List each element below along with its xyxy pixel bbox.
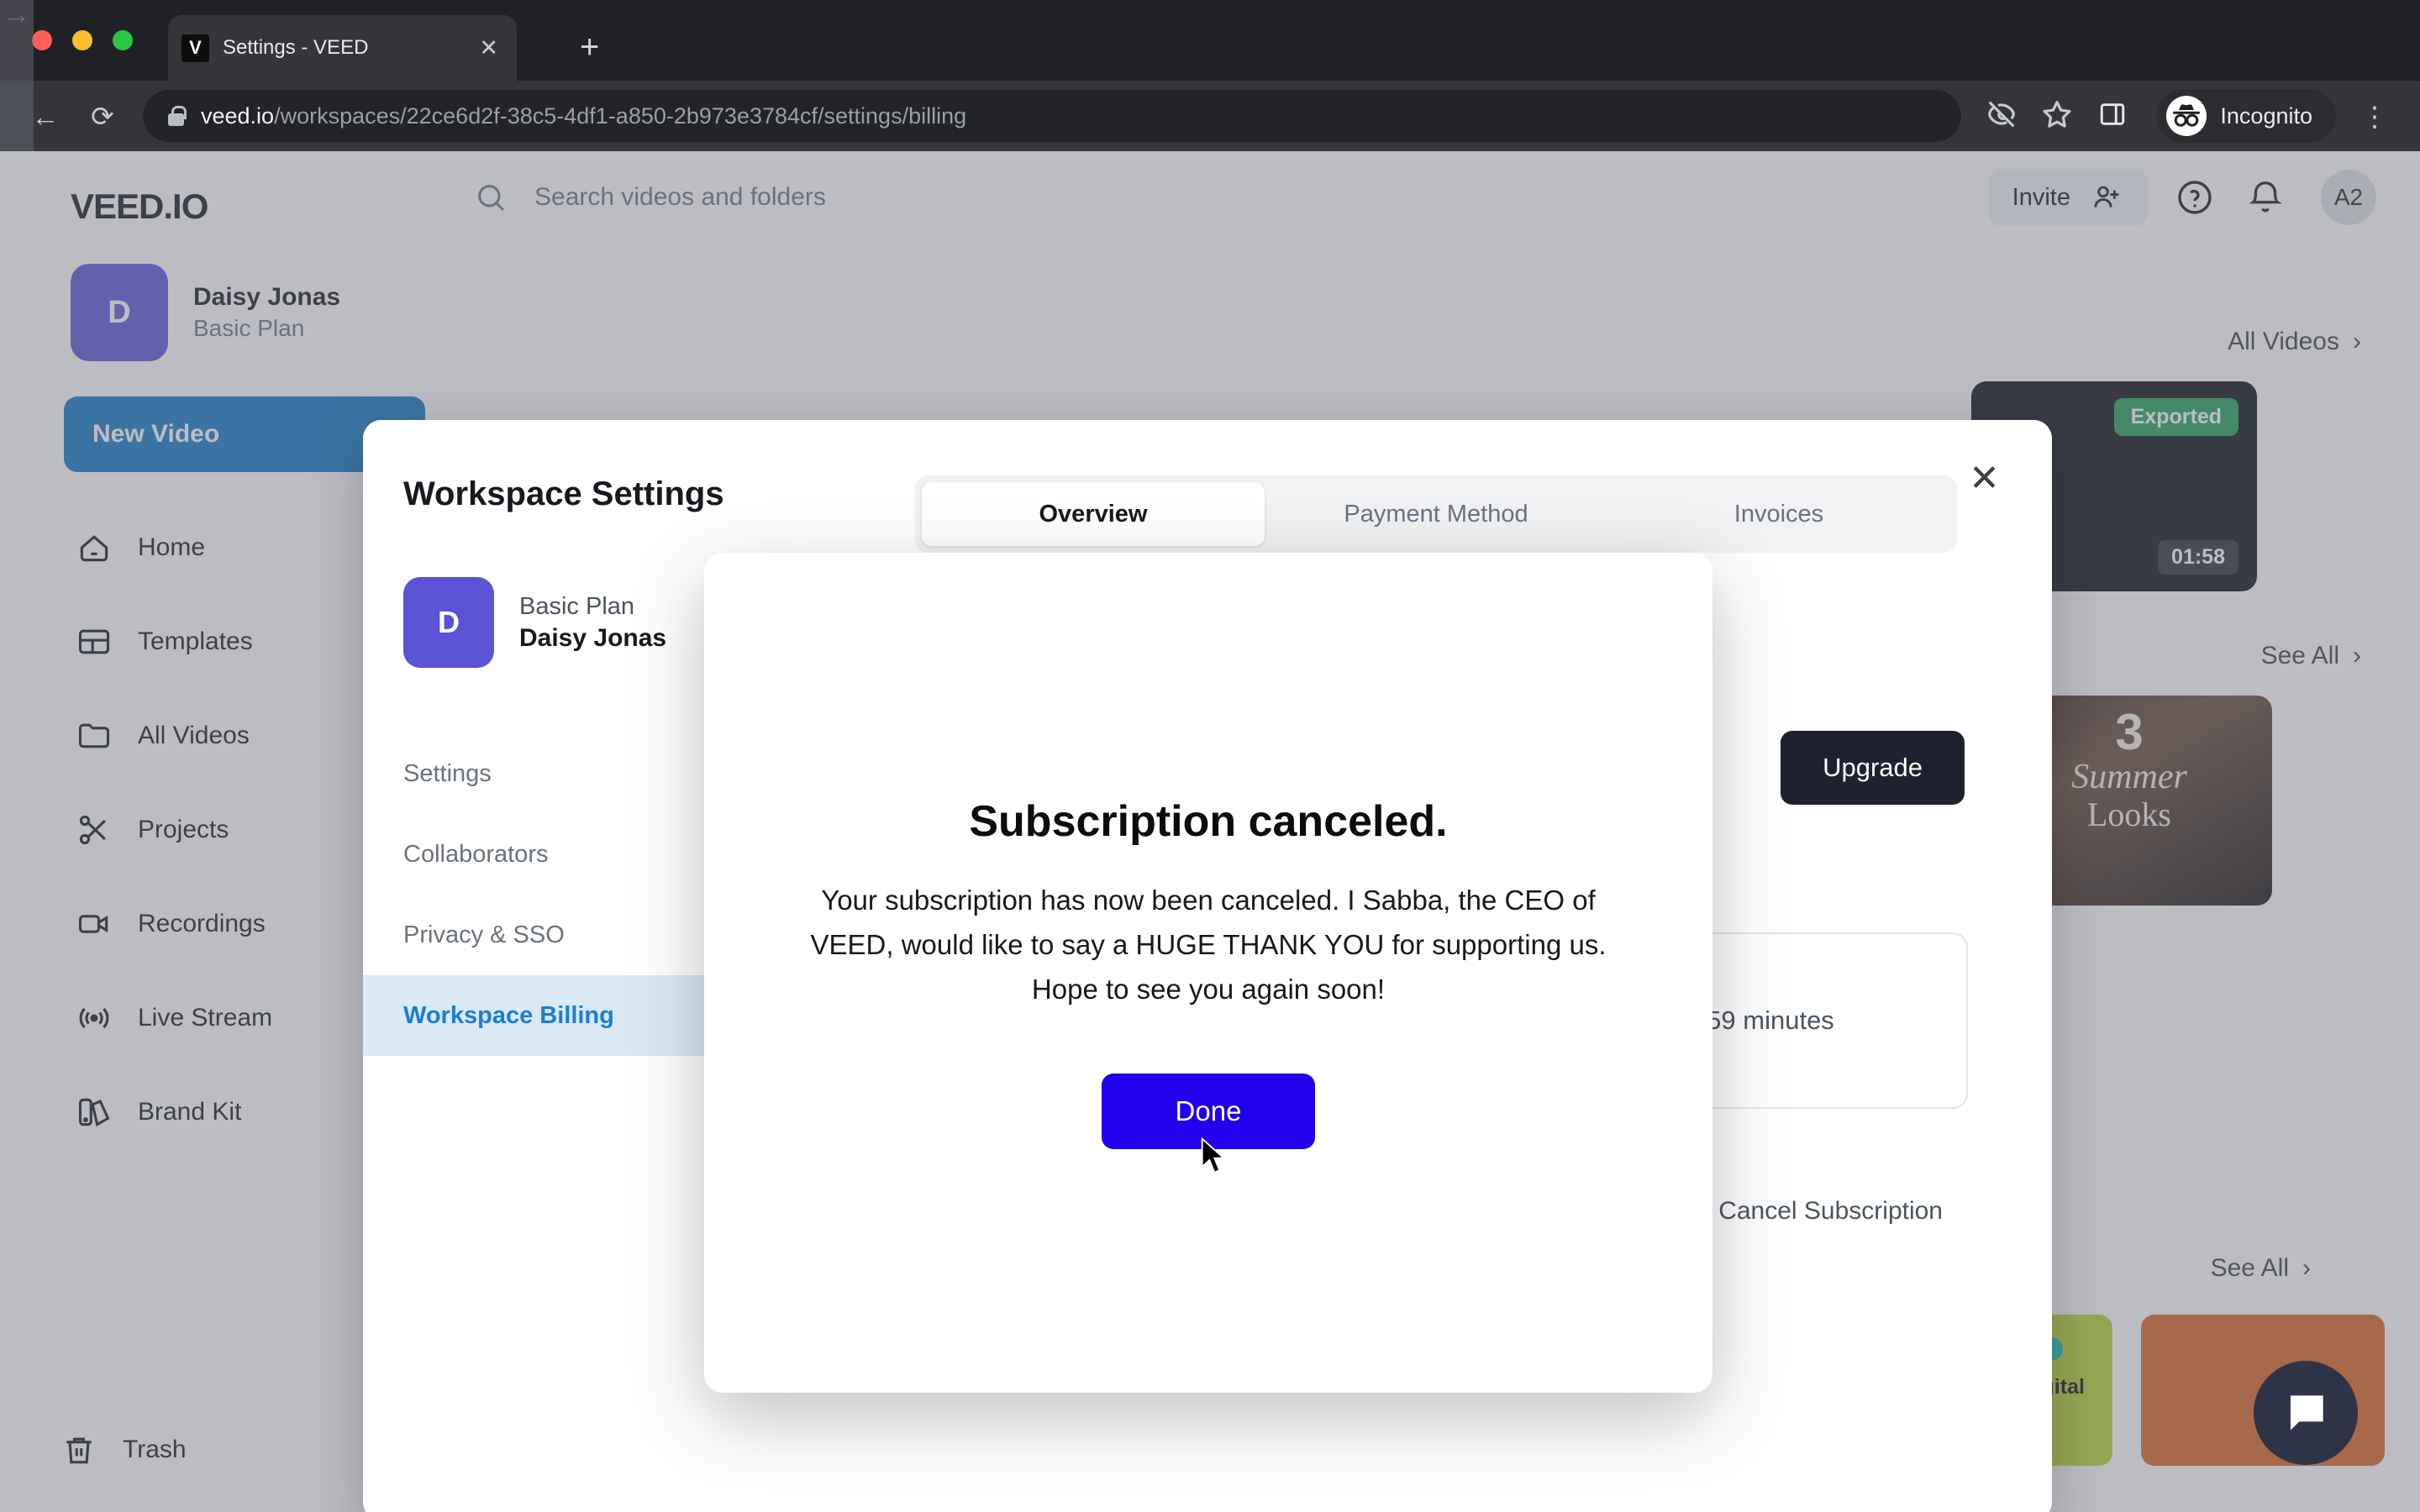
bookmark-star-icon[interactable] [2040,98,2074,134]
mouse-cursor [1201,1137,1226,1173]
browser-toolbar: ← → ⟳ veed.io/workspaces/22ce6d2f-38c5-4… [0,0,2420,1512]
address-bar[interactable]: veed.io/workspaces/22ce6d2f-38c5-4df1-a8… [143,90,1962,142]
cancel-subscription-link[interactable]: Cancel Subscription [1718,1197,1943,1226]
dialog-title: Subscription canceled. [969,797,1448,846]
plan-user-name: Daisy Jonas [519,623,667,652]
tab-close-icon[interactable]: ✕ [474,36,503,60]
url-host: veed.io [201,102,275,129]
browser-menu-icon[interactable]: ⋮ [2358,102,2391,130]
upgrade-button[interactable]: Upgrade [1781,731,1965,805]
minutes-value: 59 minutes [1707,1005,1834,1035]
incognito-label: Incognito [2220,102,2312,129]
back-icon[interactable]: ← [29,102,62,130]
chat-support-button[interactable] [2254,1361,2358,1465]
avatar: D [403,577,494,668]
tab-title: Settings - VEED [223,36,369,59]
side-panel-icon[interactable] [2096,100,2129,133]
incognito-indicator[interactable]: Incognito [2156,89,2336,143]
lock-icon [168,106,187,126]
toolbar-actions: Incognito ⋮ [1985,89,2391,143]
tab-payment-method[interactable]: Payment Method [1265,482,1607,546]
veed-app: VEED.IO D Daisy Jonas Basic Plan New Vid… [0,151,2420,1512]
eye-slash-icon[interactable] [1985,98,2018,134]
browser-tab-strip: V Settings - VEED ✕ + [0,0,2420,81]
close-window-button[interactable] [32,30,52,50]
browser-tab[interactable]: V Settings - VEED ✕ [168,15,517,81]
new-tab-button[interactable]: + [580,30,599,64]
url-path: /workspaces/22ce6d2f-38c5-4df1-a850-2b97… [274,102,967,129]
window-traffic-lights [32,30,133,50]
settings-title: Workspace Settings [403,475,724,512]
reload-icon[interactable]: ⟳ [86,102,119,130]
dialog-body: Your subscription has now been canceled.… [810,885,1607,1005]
chat-bubble-icon [2288,1395,2323,1431]
close-icon[interactable]: ✕ [1969,460,2000,497]
billing-tabs: Overview Payment Method Invoices [915,475,1957,553]
subscription-canceled-dialog: Subscription canceled. Your subscription… [704,553,1712,1393]
plan-label: Basic Plan [519,592,635,620]
tab-favicon: V [182,34,209,62]
maximize-window-button[interactable] [113,30,133,50]
incognito-icon [2166,96,2207,136]
tab-overview[interactable]: Overview [922,482,1265,546]
minimize-window-button[interactable] [72,30,92,50]
browser-window: V Settings - VEED ✕ + ← → ⟳ veed.io/work… [0,0,2420,1512]
tab-invoices[interactable]: Invoices [1607,482,1950,546]
url-text: veed.io/workspaces/22ce6d2f-38c5-4df1-a8… [201,103,966,129]
